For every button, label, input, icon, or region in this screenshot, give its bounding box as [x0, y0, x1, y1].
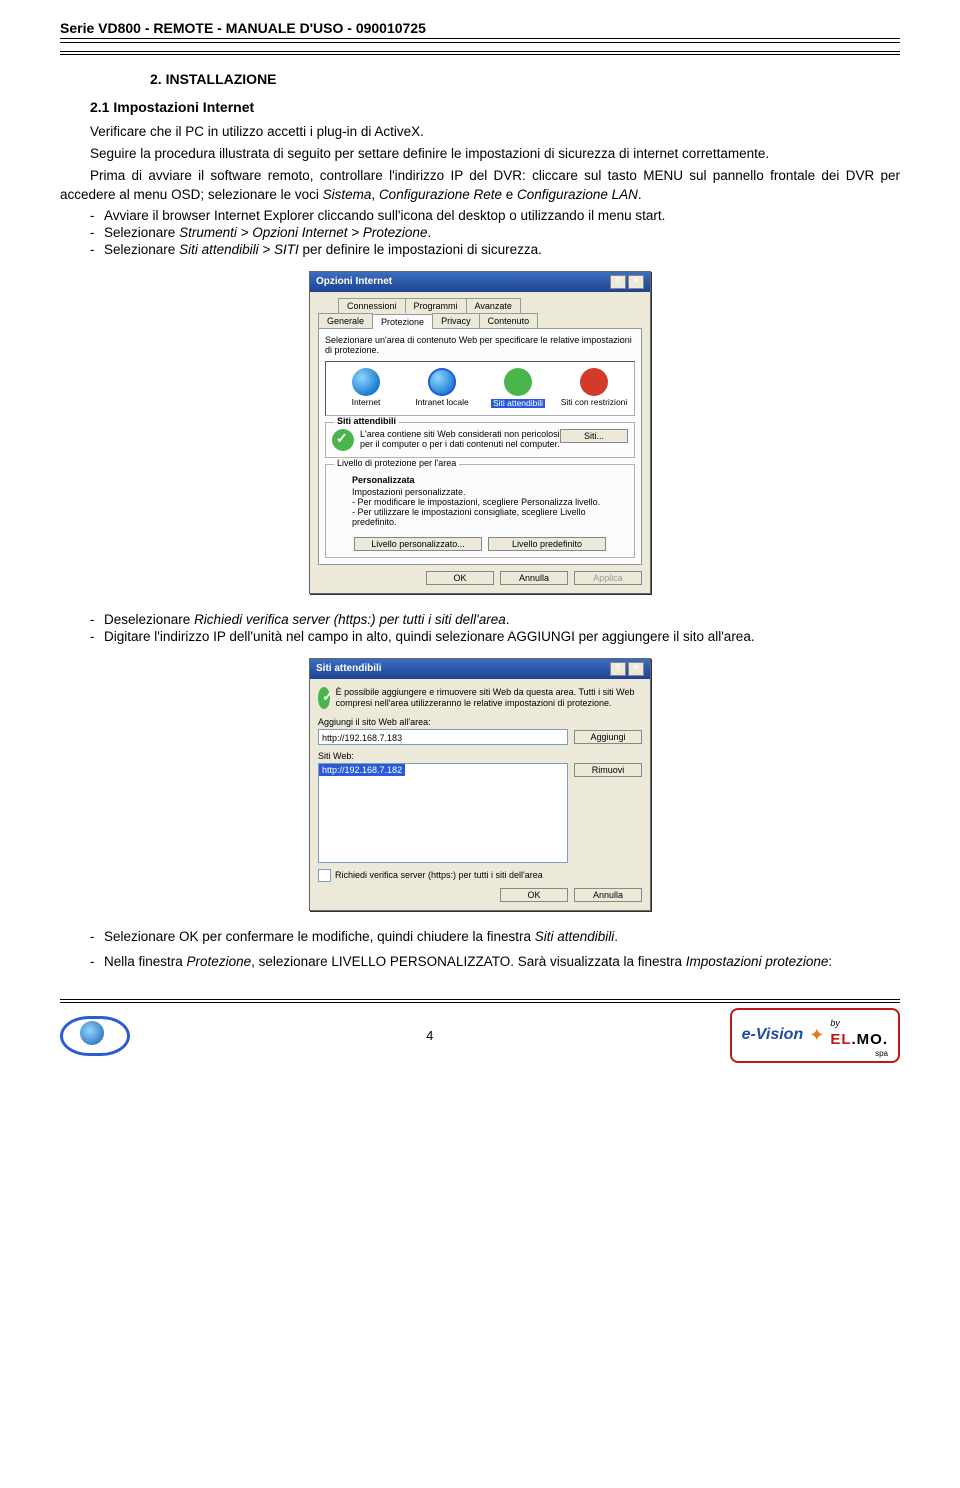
close-icon[interactable]: ×: [628, 662, 644, 676]
add-site-input[interactable]: http://192.168.7.183: [318, 729, 568, 745]
check-icon: [504, 368, 532, 396]
globe-icon: [352, 368, 380, 396]
tab-privacy[interactable]: Privacy: [432, 313, 480, 328]
field-label: Aggiungi il sito Web all'area:: [318, 717, 642, 727]
dialog-trusted-sites: Siti attendibili ? × È possibile aggiung…: [309, 658, 651, 911]
bullet-list: -Deselezionare Richiedi verifica server …: [90, 612, 900, 644]
zone-trusted[interactable]: Siti attendibili: [483, 368, 553, 409]
zone-description: Selezionare un'area di contenuto Web per…: [325, 335, 635, 355]
bullet-list: -Nella finestra Protezione, selezionare …: [90, 954, 900, 969]
section-heading: 2. INSTALLAZIONE: [150, 71, 900, 87]
stop-icon: [580, 368, 608, 396]
dialog-message: È possibile aggiungere e rimuovere siti …: [336, 687, 642, 709]
list-item: Nella finestra Protezione, selezionare L…: [104, 954, 900, 969]
dialog-titlebar: Siti attendibili ? ×: [310, 659, 650, 679]
verify-checkbox[interactable]: [318, 869, 331, 882]
zone-intranet[interactable]: Intranet locale: [407, 368, 477, 409]
list-item[interactable]: http://192.168.7.182: [319, 764, 405, 776]
tab-protezione[interactable]: Protezione: [372, 314, 433, 329]
tab-contenuto[interactable]: Contenuto: [479, 313, 539, 328]
zone-restricted[interactable]: Siti con restrizioni: [559, 368, 629, 409]
close-icon[interactable]: ×: [628, 275, 644, 289]
paragraph: Seguire la procedura illustrata di segui…: [60, 145, 900, 163]
help-icon[interactable]: ?: [610, 275, 626, 289]
list-item: Digitare l'indirizzo IP dell'unità nel c…: [104, 629, 900, 644]
apply-button[interactable]: Applica: [574, 571, 642, 585]
group-title: Siti attendibili: [334, 416, 399, 426]
page-footer: 4 e-Vision ✦ by EL.MO. spa: [60, 999, 900, 1063]
list-item: Avviare il browser Internet Explorer cli…: [104, 208, 900, 223]
zone-internet[interactable]: Internet: [331, 368, 401, 409]
custom-level-button[interactable]: Livello personalizzato...: [354, 537, 482, 551]
cancel-button[interactable]: Annulla: [500, 571, 568, 585]
check-icon: [332, 429, 354, 451]
check-icon: [318, 687, 330, 709]
level-desc: Impostazioni personalizzate.: [352, 487, 624, 497]
brand-badge: e-Vision ✦ by EL.MO. spa: [730, 1008, 900, 1063]
sites-button[interactable]: Siti...: [560, 429, 628, 443]
ok-button[interactable]: OK: [426, 571, 494, 585]
list-item: Selezionare Strumenti > Opzioni Internet…: [104, 225, 900, 240]
paragraph: Prima di avviare il software remoto, con…: [60, 167, 900, 203]
level-desc: - Per utilizzare le impostazioni consigl…: [352, 507, 624, 527]
field-label: Siti Web:: [318, 751, 642, 761]
group-text: L'area contiene siti Web considerati non…: [360, 429, 560, 449]
zone-selector[interactable]: Internet Intranet locale Siti attendibil…: [325, 361, 635, 416]
tab-generale[interactable]: Generale: [318, 313, 373, 328]
list-item: Selezionare OK per confermare le modific…: [104, 929, 900, 944]
page-number: 4: [426, 1028, 433, 1043]
group-title: Livello di protezione per l'area: [334, 458, 459, 468]
star-icon: ✦: [809, 1025, 824, 1046]
dialog-internet-options: Opzioni Internet ? × Connessioni Program…: [309, 271, 651, 594]
cancel-button[interactable]: Annulla: [574, 888, 642, 902]
page-header: Serie VD800 - REMOTE - MANUALE D'USO - 0…: [60, 20, 900, 36]
add-button[interactable]: Aggiungi: [574, 730, 642, 744]
list-item: Selezionare Siti attendibili > SITI per …: [104, 242, 900, 257]
checkbox-label: Richiedi verifica server (https:) per tu…: [335, 870, 543, 880]
globe-icon: [428, 368, 456, 396]
bullet-list: -Selezionare OK per confermare le modifi…: [90, 929, 900, 944]
remove-button[interactable]: Rimuovi: [574, 763, 642, 777]
tab-avanzate[interactable]: Avanzate: [466, 298, 521, 313]
sites-listbox[interactable]: http://192.168.7.182: [318, 763, 568, 863]
tab-programmi[interactable]: Programmi: [405, 298, 467, 313]
level-name: Personalizzata: [352, 475, 624, 485]
bullet-list: -Avviare il browser Internet Explorer cl…: [90, 208, 900, 257]
help-icon[interactable]: ?: [610, 662, 626, 676]
paragraph: Verificare che il PC in utilizzo accetti…: [90, 123, 900, 141]
list-item: Deselezionare Richiedi verifica server (…: [104, 612, 900, 627]
tab-connessioni[interactable]: Connessioni: [338, 298, 406, 313]
default-level-button[interactable]: Livello predefinito: [488, 537, 606, 551]
dialog-titlebar: Opzioni Internet ? ×: [310, 272, 650, 292]
eye-logo-icon: [60, 1016, 130, 1054]
level-desc: - Per modificare le impostazioni, scegli…: [352, 497, 624, 507]
ok-button[interactable]: OK: [500, 888, 568, 902]
subsection-heading: 2.1 Impostazioni Internet: [90, 99, 900, 115]
